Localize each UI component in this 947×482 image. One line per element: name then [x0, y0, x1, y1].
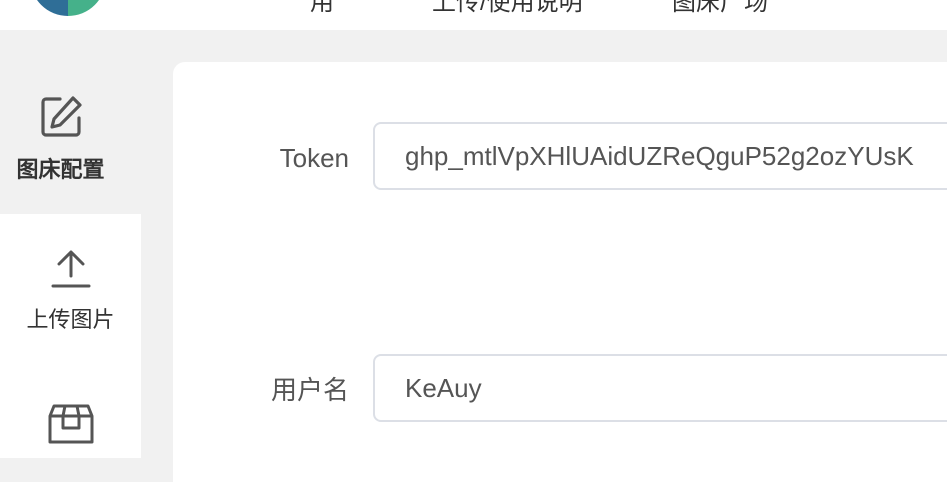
sidebar-item-label: 上传图片 — [26, 307, 115, 332]
logo-left-half — [30, 0, 68, 16]
sidebar: 图床配置 上传图片 — [0, 30, 141, 458]
config-panel: Token 用户名 — [173, 62, 947, 482]
package-icon — [48, 404, 93, 444]
edit-icon — [40, 96, 82, 137]
nav-item-home[interactable]: 用 — [310, 0, 334, 17]
nav-item-image-plaza[interactable]: 图床广场 — [672, 0, 768, 17]
sidebar-item-package[interactable] — [0, 366, 141, 458]
logo-right-half — [68, 0, 106, 16]
token-label: Token — [279, 143, 349, 173]
username-row: 用户名 — [173, 354, 947, 426]
token-row: Token — [173, 122, 947, 194]
top-bar: 用 上传/使用说明 图床广场 — [0, 0, 947, 30]
token-input[interactable] — [373, 122, 947, 190]
upload-icon — [51, 250, 90, 288]
sidebar-item-config[interactable]: 图床配置 — [0, 30, 121, 214]
sidebar-item-label: 图床配置 — [16, 157, 105, 182]
username-label: 用户名 — [270, 375, 349, 405]
sidebar-item-upload[interactable]: 上传图片 — [0, 214, 141, 366]
nav-item-upload-guide[interactable]: 上传/使用说明 — [432, 0, 583, 17]
username-input[interactable] — [373, 354, 947, 422]
app-logo[interactable] — [30, 0, 106, 16]
